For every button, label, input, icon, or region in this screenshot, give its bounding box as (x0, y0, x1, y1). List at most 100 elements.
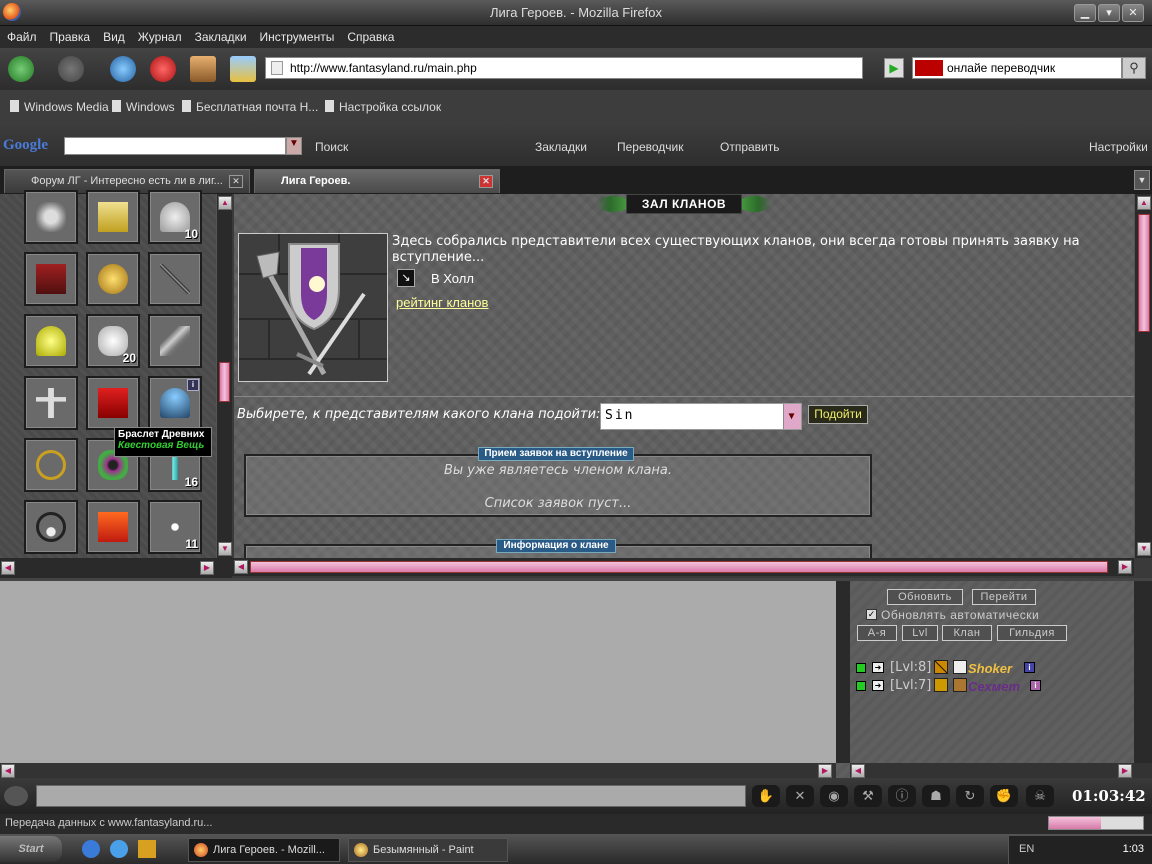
auto-refresh-checkbox[interactable]: ✓ (866, 609, 877, 620)
info-circle-icon[interactable]: ⓘ (888, 785, 916, 807)
chat-hscrollbar[interactable]: ◀ ▶ (0, 763, 836, 779)
scroll-right-icon[interactable]: ▶ (1118, 764, 1132, 778)
chevron-down-icon[interactable]: ▼ (286, 137, 302, 155)
inventory-slot[interactable]: i (148, 376, 202, 430)
menu-help[interactable]: Справка (347, 30, 394, 44)
google-bookmarks-button[interactable]: Закладки (535, 140, 587, 154)
user-name[interactable]: Shoker (968, 661, 1012, 676)
online-vscrollbar[interactable] (1134, 581, 1152, 763)
inventory-slot[interactable] (24, 190, 78, 244)
scroll-thumb[interactable] (1138, 214, 1150, 332)
scroll-up-icon[interactable]: ▲ (1137, 196, 1151, 210)
tools-icon[interactable]: ⚒ (854, 785, 882, 807)
menu-tools[interactable]: Инструменты (260, 30, 335, 44)
scroll-up-icon[interactable]: ▲ (218, 196, 232, 210)
back-icon[interactable] (8, 56, 34, 82)
google-search-button[interactable]: Поиск (315, 140, 348, 154)
start-button[interactable]: Start (0, 836, 62, 862)
hall-link[interactable]: В Холл (431, 271, 474, 286)
scroll-right-icon[interactable]: ▶ (200, 561, 214, 575)
bookmark-item[interactable]: Настройка ссылок (325, 100, 441, 114)
chat-log[interactable]: ◀ ▶ (0, 578, 836, 779)
sort-clan-button[interactable]: Клан (942, 625, 992, 641)
online-hscrollbar[interactable]: ◀ ▶ (850, 763, 1152, 779)
info-icon[interactable]: i (1024, 662, 1035, 673)
online-left-scrollbar[interactable] (836, 581, 850, 763)
google-search-input[interactable] (64, 137, 286, 155)
inventory-slot[interactable] (24, 500, 78, 554)
chevron-down-icon[interactable]: ▼ (783, 404, 801, 429)
maximize-button[interactable]: ▾ (1098, 4, 1120, 22)
approach-button[interactable]: Подойти (808, 405, 868, 424)
scroll-thumb[interactable] (250, 561, 1108, 573)
refresh-icon[interactable]: ↻ (956, 785, 984, 807)
info-icon[interactable]: i (1030, 680, 1041, 691)
minimize-button[interactable]: ▁ (1074, 4, 1096, 22)
clan-rating-link[interactable]: рейтинг кланов (396, 295, 488, 310)
inventory-slot[interactable] (24, 252, 78, 306)
close-tab-icon[interactable]: ✕ (479, 175, 493, 188)
tab-list-icon[interactable]: ▼ (1134, 170, 1150, 190)
inventory-slot[interactable]: 11 (148, 500, 202, 554)
taskbar-item-firefox[interactable]: Лига Героев. - Mozill... (188, 838, 340, 862)
cross-icon[interactable]: ✕ (786, 785, 814, 807)
scroll-left-icon[interactable]: ◀ (1, 561, 15, 575)
addons-icon[interactable] (230, 56, 256, 82)
inventory-slot[interactable] (24, 314, 78, 368)
sort-level-button[interactable]: Lvl (902, 625, 938, 641)
menu-view[interactable]: Вид (103, 30, 125, 44)
sort-alpha-button[interactable]: А-я (857, 625, 897, 641)
eye-icon[interactable]: ◉ (820, 785, 848, 807)
goto-button[interactable]: Перейти (972, 589, 1036, 605)
scroll-left-icon[interactable]: ◀ (234, 560, 248, 574)
go-icon[interactable]: ▶ (884, 58, 904, 78)
fist-icon[interactable]: ✊ (990, 785, 1018, 807)
language-indicator[interactable]: EN (1019, 843, 1034, 855)
send-button[interactable]: Отправить (720, 140, 780, 154)
menu-bookmarks[interactable]: Закладки (195, 30, 247, 44)
clan-select[interactable]: Sin ▼ (600, 403, 802, 430)
user-name[interactable]: Сехмет (968, 679, 1020, 694)
inventory-slot[interactable] (24, 376, 78, 430)
bookmark-item[interactable]: Windows Media (10, 100, 109, 114)
scroll-down-icon[interactable]: ▼ (218, 542, 232, 556)
refresh-button[interactable]: Обновить (887, 589, 963, 605)
stop-icon[interactable] (150, 56, 176, 82)
close-button[interactable]: ✕ (1122, 4, 1144, 22)
main-hscrollbar[interactable]: ◀ ▶ (232, 558, 1134, 576)
inventory-hscrollbar[interactable]: ◀ ▶ (0, 558, 232, 578)
inventory-slot[interactable] (148, 314, 202, 368)
smiley-icon[interactable] (4, 786, 28, 806)
scroll-down-icon[interactable]: ▼ (1137, 542, 1151, 556)
tab-league[interactable]: Лига Героев. ✕ (254, 169, 500, 193)
settings-button[interactable]: Настройки (1089, 140, 1148, 154)
ie-icon[interactable] (110, 840, 128, 858)
translator-button[interactable]: Переводчик (617, 140, 684, 154)
scroll-right-icon[interactable]: ▶ (1118, 560, 1132, 574)
search-engine-icon[interactable] (915, 60, 943, 76)
inventory-slot[interactable] (86, 500, 140, 554)
sort-guild-button[interactable]: Гильдия (997, 625, 1067, 641)
inventory-slot[interactable] (24, 438, 78, 492)
scroll-left-icon[interactable]: ◀ (1, 764, 15, 778)
private-message-icon[interactable]: ➜ (872, 680, 884, 691)
scroll-right-icon[interactable]: ▶ (818, 764, 832, 778)
home-icon[interactable] (190, 56, 216, 82)
arrow-icon[interactable]: ↘ (397, 269, 415, 287)
inventory-slot[interactable]: 20 (86, 314, 140, 368)
inventory-slot[interactable]: 10 (148, 190, 202, 244)
inventory-slot[interactable] (86, 252, 140, 306)
hand-icon[interactable]: ✋ (752, 785, 780, 807)
inventory-slot[interactable] (148, 252, 202, 306)
taskbar-item-paint[interactable]: Безымянный - Paint (348, 838, 508, 862)
info-icon[interactable]: i (187, 379, 199, 391)
quicklaunch-icon[interactable] (138, 840, 156, 858)
inventory-slot[interactable] (86, 190, 140, 244)
chat-input[interactable] (36, 785, 746, 807)
close-tab-icon[interactable]: ✕ (229, 175, 243, 188)
group-icon[interactable]: ☗ (922, 785, 950, 807)
forward-icon[interactable] (58, 56, 84, 82)
search-icon[interactable]: ⚲ (1122, 57, 1146, 79)
scroll-thumb[interactable] (219, 362, 230, 402)
inventory-slot[interactable] (86, 376, 140, 430)
